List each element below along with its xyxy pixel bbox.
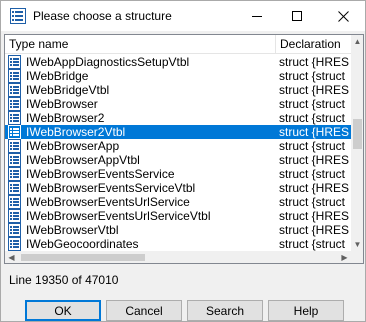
struct-icon bbox=[8, 209, 21, 223]
struct-icon bbox=[8, 97, 21, 111]
minimize-button[interactable] bbox=[237, 1, 277, 31]
close-icon bbox=[337, 10, 349, 22]
help-button[interactable]: Help bbox=[268, 300, 344, 321]
table-row[interactable]: IWebBrowserEventsUrlServiceVtbl struct {H… bbox=[5, 209, 351, 223]
type-name-cell: IWebBridge bbox=[26, 69, 89, 83]
declaration-cell: struct {HRES bbox=[279, 55, 350, 69]
type-name-cell: IWebAppDiagnosticsSetupVtbl bbox=[26, 55, 190, 69]
horizontal-scrollbar[interactable]: ◀ ▶ bbox=[5, 251, 351, 263]
struct-icon bbox=[8, 153, 21, 167]
declaration-cell: struct {HRES bbox=[279, 83, 350, 97]
column-header-type-name[interactable]: Type name bbox=[5, 35, 276, 54]
declaration-cell: struct {struct bbox=[279, 97, 346, 111]
struct-icon bbox=[8, 167, 21, 181]
list-header: Type name Declaration bbox=[5, 35, 363, 54]
close-button[interactable] bbox=[323, 1, 363, 31]
declaration-cell: struct {HRES bbox=[279, 125, 350, 139]
type-name-cell: IWebBrowserEventsService bbox=[26, 167, 175, 181]
horizontal-scroll-thumb[interactable] bbox=[21, 254, 145, 261]
table-row[interactable]: IWebBrowser struct {struct bbox=[5, 97, 351, 111]
table-row[interactable]: IWebBridgeVtbl struct {HRES bbox=[5, 83, 351, 97]
type-name-cell: IWebBrowser2Vtbl bbox=[26, 125, 126, 139]
declaration-cell: struct {HRES bbox=[279, 209, 350, 223]
declaration-cell: struct {struct bbox=[279, 111, 346, 125]
maximize-icon bbox=[292, 11, 302, 21]
minimize-icon bbox=[252, 15, 262, 17]
type-name-cell: IWebBridgeVtbl bbox=[26, 83, 110, 97]
struct-icon bbox=[8, 69, 21, 83]
table-row[interactable]: IWebBrowserAppVtbl struct {HRES bbox=[5, 153, 351, 167]
column-header-declaration[interactable]: Declaration bbox=[276, 35, 351, 54]
table-row[interactable]: IWebGeocoordinates struct {struct bbox=[5, 237, 351, 251]
search-button[interactable]: Search bbox=[187, 300, 263, 321]
declaration-cell: struct {struct bbox=[279, 195, 346, 209]
scroll-left-icon[interactable]: ◀ bbox=[5, 251, 18, 263]
struct-icon bbox=[8, 195, 21, 209]
type-name-cell: IWebBrowserEventsUrlServiceVtbl bbox=[26, 209, 211, 223]
status-line: Line 19350 of 47010 bbox=[9, 273, 119, 287]
type-name-cell: IWebBrowser bbox=[26, 97, 98, 111]
table-row[interactable]: IWebBrowserEventsService struct {struct bbox=[5, 167, 351, 181]
title-bar[interactable]: Please choose a structure bbox=[1, 1, 365, 31]
type-name-cell: IWebBrowserEventsServiceVtbl bbox=[26, 181, 196, 195]
type-name-cell: IWebBrowserApp bbox=[26, 139, 120, 153]
struct-icon bbox=[8, 111, 21, 125]
struct-icon bbox=[8, 139, 21, 153]
maximize-button[interactable] bbox=[277, 1, 317, 31]
struct-list-icon bbox=[10, 8, 26, 24]
declaration-cell: struct {HRES bbox=[279, 153, 350, 167]
scrollbar-corner bbox=[351, 251, 363, 263]
table-row[interactable]: IWebBrowserEventsServiceVtbl struct {HRES bbox=[5, 181, 351, 195]
table-row[interactable]: IWebBrowserApp struct {struct bbox=[5, 139, 351, 153]
struct-icon bbox=[8, 125, 21, 139]
table-row[interactable]: IWebAppDiagnosticsSetupVtbl struct {HRES bbox=[5, 55, 351, 69]
struct-icon bbox=[8, 237, 21, 251]
scroll-down-icon[interactable]: ▼ bbox=[351, 238, 363, 251]
list-rows: IWebAppDiagnosticsSetupVtbl struct {HRES I… bbox=[5, 55, 351, 252]
table-row[interactable]: IWebBridge struct {struct bbox=[5, 69, 351, 83]
struct-icon bbox=[8, 55, 21, 69]
scroll-right-icon[interactable]: ▶ bbox=[338, 251, 351, 263]
struct-icon bbox=[8, 223, 21, 237]
vertical-scrollbar[interactable]: ▲ ▼ bbox=[351, 35, 363, 251]
ok-button[interactable]: OK bbox=[25, 300, 101, 321]
structure-chooser-dialog: Please choose a structure Type name Decl… bbox=[0, 0, 366, 322]
declaration-cell: struct {struct bbox=[279, 139, 346, 153]
type-name-cell: IWebBrowserEventsUrlService bbox=[26, 195, 190, 209]
table-row[interactable]: IWebBrowserEventsUrlService struct {struc… bbox=[5, 195, 351, 209]
declaration-cell: struct {struct bbox=[279, 237, 346, 251]
struct-icon bbox=[8, 83, 21, 97]
struct-icon bbox=[8, 181, 21, 195]
declaration-cell: struct {struct bbox=[279, 69, 346, 83]
type-name-cell: IWebBrowser2 bbox=[26, 111, 105, 125]
structure-list[interactable]: Type name Declaration IWebAppDiagnostics… bbox=[4, 34, 364, 264]
type-name-cell: IWebGeocoordinates bbox=[26, 237, 139, 251]
vertical-scroll-thumb[interactable] bbox=[353, 119, 362, 149]
declaration-cell: struct {HRES bbox=[279, 181, 350, 195]
type-name-cell: IWebBrowserAppVtbl bbox=[26, 153, 140, 167]
table-row[interactable]: IWebBrowser2Vtbl struct {HRES bbox=[5, 125, 351, 139]
type-name-cell: IWebBrowserVtbl bbox=[26, 223, 119, 237]
table-row[interactable]: IWebBrowser2 struct {struct bbox=[5, 111, 351, 125]
table-row[interactable]: IWebBrowserVtbl struct {HRES bbox=[5, 223, 351, 237]
declaration-cell: struct {struct bbox=[279, 167, 346, 181]
declaration-cell: struct {HRES bbox=[279, 223, 350, 237]
window-title: Please choose a structure bbox=[33, 9, 172, 23]
scroll-up-icon[interactable]: ▲ bbox=[351, 35, 363, 48]
cancel-button[interactable]: Cancel bbox=[106, 300, 182, 321]
